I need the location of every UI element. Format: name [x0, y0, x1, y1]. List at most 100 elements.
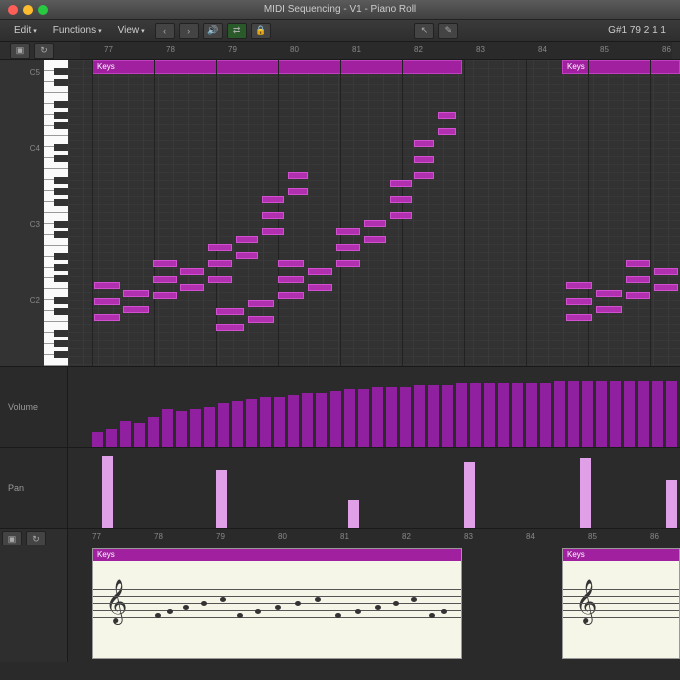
- midi-note[interactable]: [278, 276, 304, 283]
- volume-bar[interactable]: [246, 399, 257, 447]
- midi-note[interactable]: [123, 290, 149, 297]
- score-note[interactable]: [220, 597, 226, 602]
- tool-zoom-out[interactable]: ‹: [155, 23, 175, 39]
- midi-grid[interactable]: Keys Keys: [68, 60, 680, 366]
- midi-note[interactable]: [336, 260, 360, 267]
- score-note[interactable]: [335, 613, 341, 618]
- score-note[interactable]: [237, 613, 243, 618]
- pane-btn-2[interactable]: ↻: [34, 43, 54, 59]
- midi-note[interactable]: [626, 276, 650, 283]
- volume-bar[interactable]: [652, 381, 663, 447]
- score-region-1[interactable]: Keys 𝄞: [92, 548, 462, 659]
- volume-bar[interactable]: [120, 421, 131, 447]
- volume-track[interactable]: [68, 367, 680, 447]
- volume-bar[interactable]: [470, 383, 481, 447]
- midi-note[interactable]: [288, 188, 308, 195]
- tool-pointer-icon[interactable]: ↖: [414, 23, 434, 39]
- midi-note[interactable]: [438, 112, 456, 119]
- pan-bar[interactable]: [464, 462, 475, 528]
- score-note[interactable]: [393, 601, 399, 606]
- volume-bar[interactable]: [386, 387, 397, 447]
- midi-note[interactable]: [153, 260, 177, 267]
- tool-lock-icon[interactable]: 🔒: [251, 23, 271, 39]
- tool-zoom-in[interactable]: ›: [179, 23, 199, 39]
- midi-note[interactable]: [336, 244, 360, 251]
- volume-bar[interactable]: [92, 432, 103, 447]
- volume-bar[interactable]: [666, 381, 677, 447]
- volume-bar[interactable]: [596, 381, 607, 447]
- midi-note[interactable]: [262, 196, 284, 203]
- midi-note[interactable]: [626, 260, 650, 267]
- tool-link-icon[interactable]: ⇄: [227, 23, 247, 39]
- pan-bar[interactable]: [102, 456, 113, 528]
- menu-functions[interactable]: Functions▾: [47, 23, 108, 38]
- volume-bar[interactable]: [456, 383, 467, 447]
- score-note[interactable]: [315, 597, 321, 602]
- volume-bar[interactable]: [498, 383, 509, 447]
- midi-note[interactable]: [336, 228, 360, 235]
- midi-note[interactable]: [248, 300, 274, 307]
- volume-bar[interactable]: [554, 381, 565, 447]
- pan-bar[interactable]: [348, 500, 359, 528]
- midi-note[interactable]: [236, 236, 258, 243]
- score-note[interactable]: [429, 613, 435, 618]
- score-note[interactable]: [375, 605, 381, 610]
- midi-note[interactable]: [288, 172, 308, 179]
- midi-note[interactable]: [308, 268, 332, 275]
- pan-bar[interactable]: [580, 458, 591, 528]
- score-note[interactable]: [255, 609, 261, 614]
- midi-note[interactable]: [654, 268, 678, 275]
- midi-note[interactable]: [566, 282, 592, 289]
- midi-note[interactable]: [180, 268, 204, 275]
- midi-note[interactable]: [94, 314, 120, 321]
- volume-bar[interactable]: [260, 397, 271, 447]
- score-region-2[interactable]: Keys 𝄞: [562, 548, 680, 659]
- volume-bar[interactable]: [232, 401, 243, 447]
- midi-note[interactable]: [216, 324, 244, 331]
- volume-bar[interactable]: [484, 383, 495, 447]
- volume-bar[interactable]: [288, 395, 299, 447]
- pan-track[interactable]: [68, 448, 680, 528]
- pan-bar[interactable]: [216, 470, 227, 528]
- menu-view[interactable]: View▾: [112, 23, 151, 38]
- tool-pencil-icon[interactable]: ✎: [438, 23, 458, 39]
- midi-note[interactable]: [94, 282, 120, 289]
- midi-note[interactable]: [236, 252, 258, 259]
- volume-bar[interactable]: [414, 385, 425, 447]
- volume-bar[interactable]: [526, 383, 537, 447]
- volume-bar[interactable]: [624, 381, 635, 447]
- volume-bar[interactable]: [162, 409, 173, 447]
- volume-bar[interactable]: [106, 429, 117, 447]
- midi-note[interactable]: [414, 156, 434, 163]
- midi-note[interactable]: [278, 292, 304, 299]
- midi-note[interactable]: [364, 236, 386, 243]
- midi-note[interactable]: [208, 260, 232, 267]
- midi-note[interactable]: [390, 180, 412, 187]
- midi-note[interactable]: [153, 292, 177, 299]
- volume-bar[interactable]: [218, 403, 229, 447]
- pan-bar[interactable]: [666, 480, 677, 528]
- midi-note[interactable]: [262, 212, 284, 219]
- midi-note[interactable]: [94, 298, 120, 305]
- score-note[interactable]: [201, 601, 207, 606]
- midi-note[interactable]: [278, 260, 304, 267]
- volume-bar[interactable]: [400, 387, 411, 447]
- midi-note[interactable]: [180, 284, 204, 291]
- volume-bar[interactable]: [148, 417, 159, 447]
- volume-bar[interactable]: [372, 387, 383, 447]
- midi-note[interactable]: [438, 128, 456, 135]
- volume-bar[interactable]: [358, 389, 369, 447]
- volume-bar[interactable]: [638, 381, 649, 447]
- volume-bar[interactable]: [442, 385, 453, 447]
- midi-note[interactable]: [123, 306, 149, 313]
- midi-note[interactable]: [414, 140, 434, 147]
- volume-bar[interactable]: [568, 381, 579, 447]
- midi-note[interactable]: [654, 284, 678, 291]
- midi-note[interactable]: [308, 284, 332, 291]
- volume-bar[interactable]: [428, 385, 439, 447]
- volume-bar[interactable]: [134, 423, 145, 447]
- score-note[interactable]: [411, 597, 417, 602]
- midi-note[interactable]: [414, 172, 434, 179]
- volume-bar[interactable]: [302, 393, 313, 447]
- volume-bar[interactable]: [344, 389, 355, 447]
